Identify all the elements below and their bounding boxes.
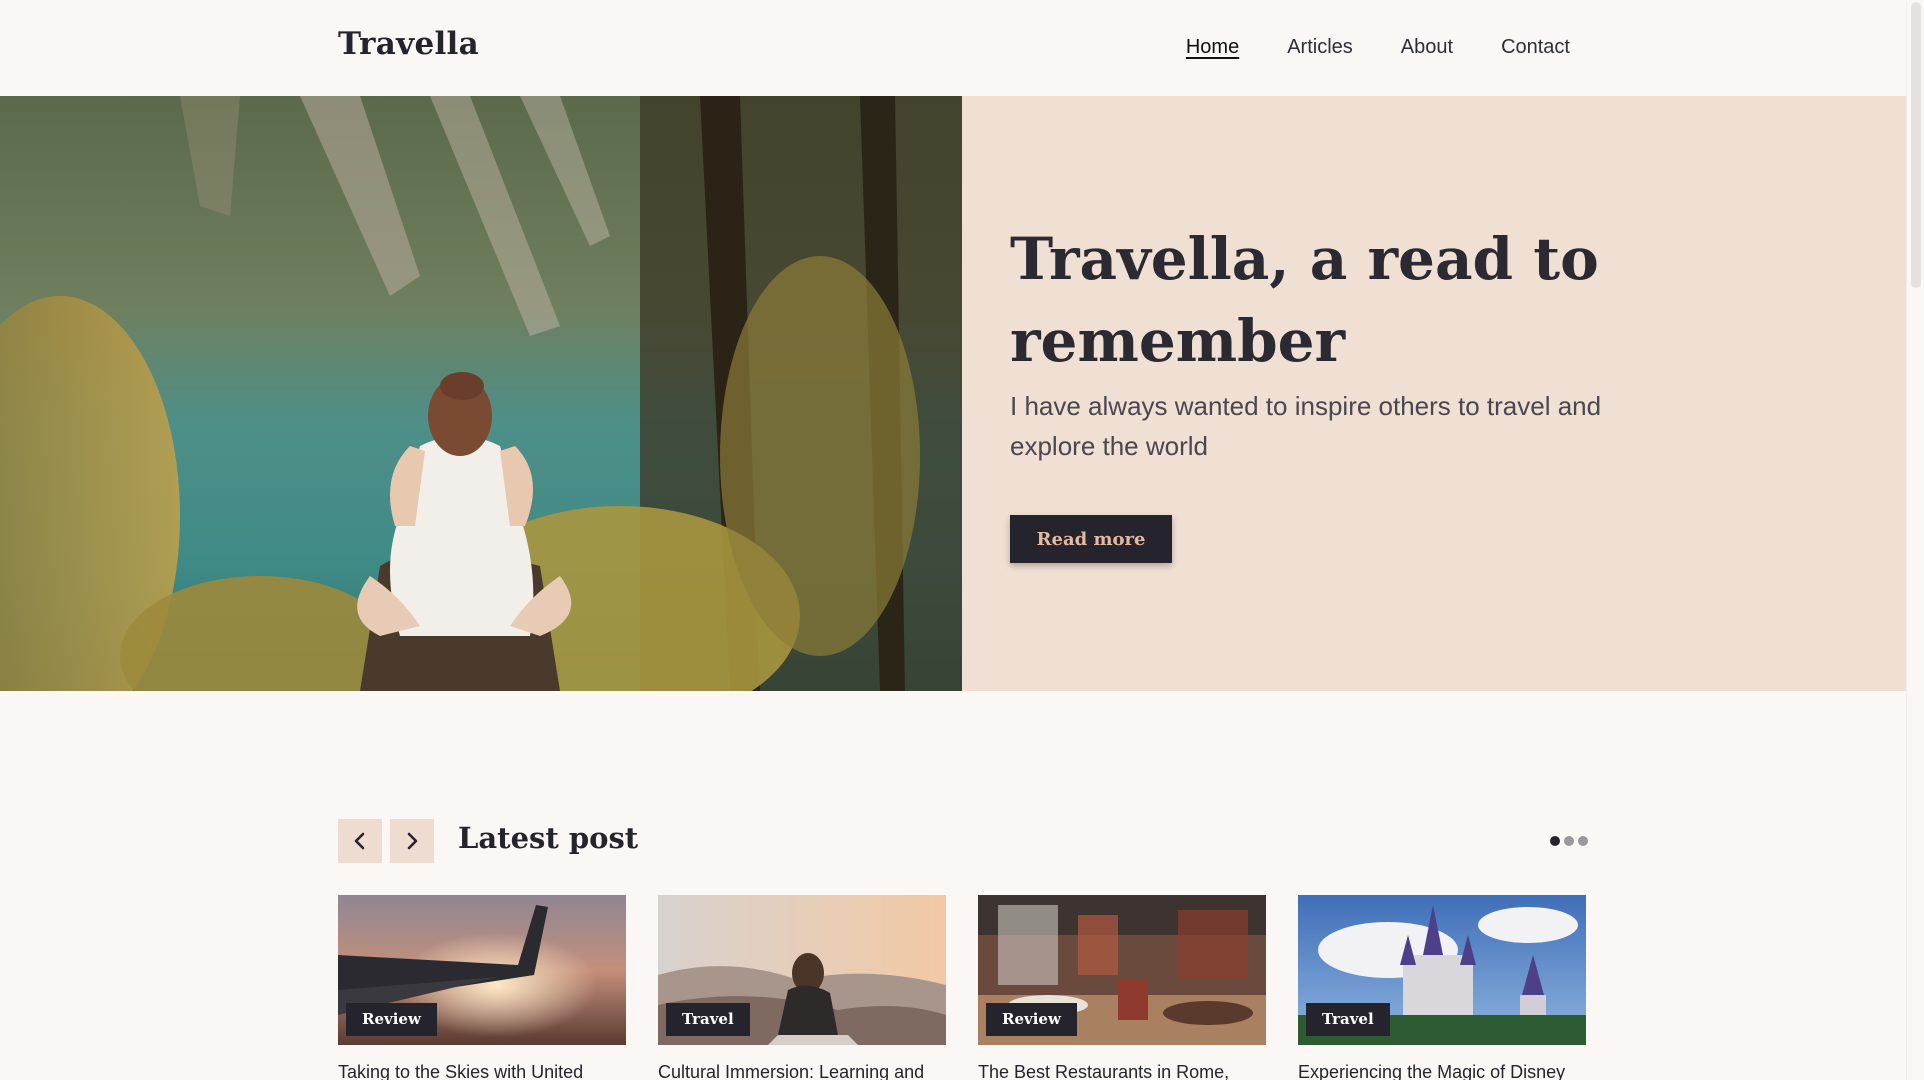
post-title[interactable]: Taking to the Skies with United <box>338 1062 638 1080</box>
post-title[interactable]: Cultural Immersion: Learning and <box>658 1062 958 1080</box>
nav-item-contact[interactable]: Contact <box>1501 36 1570 59</box>
post-category-badge: Travel <box>1306 1003 1390 1036</box>
post-category-badge: Review <box>346 1003 437 1036</box>
post-card[interactable]: Review The Best Restaurants in Rome, <box>978 895 1266 1080</box>
latest-posts-title: Latest post <box>458 821 639 855</box>
hero-panel: Travella, a read to remember I have alwa… <box>962 96 1924 691</box>
hero-image <box>0 96 962 691</box>
scrollbar-thumb[interactable] <box>1911 2 1921 288</box>
post-category-badge: Review <box>986 1003 1077 1036</box>
chevron-right-icon <box>407 832 418 850</box>
carousel-prev-button[interactable] <box>338 819 382 863</box>
hero-subtitle: I have always wanted to inspire others t… <box>1010 391 1602 461</box>
hero-title: Travella, a read to remember <box>1010 225 1599 375</box>
read-more-button[interactable]: Read more <box>1010 515 1172 563</box>
post-title[interactable]: Experiencing the Magic of Disney <box>1298 1062 1598 1080</box>
main-nav: Home Articles About Contact <box>1186 36 1570 59</box>
chevron-left-icon <box>354 832 365 850</box>
carousel-dot-2[interactable] <box>1564 836 1574 846</box>
carousel-dot-3[interactable] <box>1578 836 1588 846</box>
carousel-dot-1[interactable] <box>1550 836 1560 846</box>
nav-item-about[interactable]: About <box>1401 36 1453 59</box>
post-category-badge: Travel <box>666 1003 750 1036</box>
post-card[interactable]: Travel Cultural Immersion: Learning and <box>658 895 946 1080</box>
carousel-pagination <box>1550 836 1588 846</box>
page: Travella Home Articles About Contact Tra… <box>0 0 1924 1080</box>
hero-photo-lake-woman <box>0 96 962 691</box>
site-header: Travella Home Articles About Contact <box>0 0 1924 96</box>
hero-section: Travella, a read to remember I have alwa… <box>0 96 1924 691</box>
post-cards: Review Taking to the Skies with United T… <box>338 895 1588 1080</box>
site-logo[interactable]: Travella <box>338 26 479 62</box>
carousel-next-button[interactable] <box>390 819 434 863</box>
post-title[interactable]: The Best Restaurants in Rome, <box>978 1062 1278 1080</box>
page-scrollbar[interactable] <box>1906 0 1924 1080</box>
nav-item-home[interactable]: Home <box>1186 36 1239 59</box>
post-card[interactable]: Travel Experiencing the Magic of Disney <box>1298 895 1586 1080</box>
latest-posts-header: Latest post <box>338 819 1588 863</box>
nav-item-articles[interactable]: Articles <box>1287 36 1353 59</box>
post-card[interactable]: Review Taking to the Skies with United <box>338 895 626 1080</box>
